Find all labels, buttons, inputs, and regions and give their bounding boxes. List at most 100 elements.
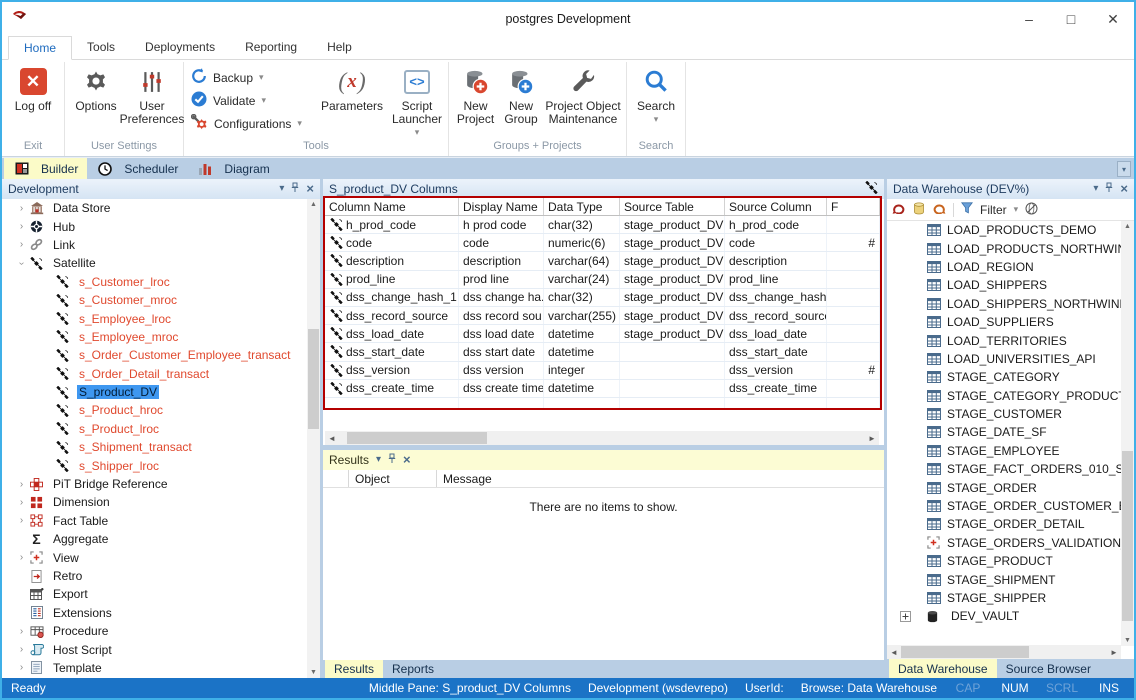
grid-cell[interactable]: datetime	[544, 343, 620, 360]
expander-icon[interactable]: ›	[15, 479, 28, 490]
results-column-object[interactable]: Object	[349, 470, 437, 487]
scroll-up-icon[interactable]: ▲	[1124, 223, 1131, 230]
grid-cell[interactable]: dss_start_date	[325, 343, 459, 360]
grid-cell[interactable]	[827, 216, 880, 233]
tree-item-hub[interactable]: ›Hub	[2, 217, 320, 235]
grid-cell[interactable]	[620, 343, 725, 360]
grid-cell[interactable]: char(32)	[544, 289, 620, 306]
results-tab-results[interactable]: Results	[325, 660, 383, 678]
chevron-down-icon[interactable]: ▾	[1014, 204, 1019, 215]
tree-item-s-product-lroc[interactable]: s_Product_lroc	[2, 420, 320, 438]
grid-cell[interactable]: char(32)	[544, 216, 620, 233]
grid-cell[interactable]: dss_version	[325, 362, 459, 379]
vertical-scrollbar[interactable]: ▲ ▼	[307, 199, 320, 678]
pin-icon[interactable]	[388, 453, 396, 467]
grid-cell[interactable]: description	[459, 252, 544, 269]
tree-item-satellite[interactable]: ›Satellite	[2, 254, 320, 272]
new-project-button[interactable]: New Project	[452, 62, 499, 139]
grid-cell[interactable]: numeric(6)	[544, 234, 620, 251]
grid-cell[interactable]: varchar(24)	[544, 271, 620, 288]
horizontal-scrollbar[interactable]: ◄ ►	[887, 645, 1121, 659]
expander-icon[interactable]: ›	[15, 221, 28, 232]
filter-options-icon[interactable]	[1025, 202, 1038, 218]
tree-item-retro[interactable]: Retro	[2, 567, 320, 585]
expander-icon[interactable]: ›	[15, 203, 28, 214]
table-row[interactable]: dss_load_datedss load datedatetimestage_…	[325, 325, 880, 343]
close-pane-icon[interactable]: ×	[1120, 184, 1128, 194]
grid-cell[interactable]: dss_record_source	[725, 307, 827, 324]
warehouse-item-stage-order-detail[interactable]: STAGE_ORDER_DETAIL	[887, 515, 1121, 533]
expander-icon[interactable]: ›	[15, 662, 28, 673]
expander-icon[interactable]: ›	[15, 497, 28, 508]
tree-item-s-shipment-transact[interactable]: s_Shipment_transact	[2, 438, 320, 456]
warehouse-item-load-universities-api[interactable]: LOAD_UNIVERSITIES_API	[887, 350, 1121, 368]
tab-overflow-button[interactable]: ▾	[1117, 161, 1131, 177]
tree-item-extensions[interactable]: Extensions	[2, 604, 320, 622]
expander-icon[interactable]: ›	[15, 626, 28, 637]
table-row[interactable]: dss_start_datedss start datedatetimedss_…	[325, 343, 880, 361]
warehouse-item-load-region[interactable]: LOAD_REGION	[887, 258, 1121, 276]
grid-cell[interactable]: dss_change_hash_1	[725, 289, 827, 306]
tree-item-s-product-hroc[interactable]: s_Product_hroc	[2, 401, 320, 419]
warehouse-item-stage-category[interactable]: STAGE_CATEGORY	[887, 368, 1121, 386]
vertical-scrollbar[interactable]: ▲ ▼	[1121, 221, 1134, 646]
grid-cell[interactable]: prod line	[459, 271, 544, 288]
grid-column-header[interactable]: Source Table	[620, 198, 725, 215]
browser-tab-source-browser[interactable]: Source Browser	[997, 659, 1100, 678]
grid-cell[interactable]	[827, 343, 880, 360]
warehouse-item-stage-category-product[interactable]: STAGE_CATEGORY_PRODUCT	[887, 387, 1121, 405]
grid-cell[interactable]: h prod code	[459, 216, 544, 233]
grid-cell[interactable]	[827, 289, 880, 306]
ribbon-tab-deployments[interactable]: Deployments	[130, 36, 230, 60]
red-arrow-icon[interactable]	[892, 202, 906, 217]
scroll-down-icon[interactable]: ▼	[1124, 637, 1131, 644]
warehouse-item-dev-vault[interactable]: DEV_VAULT	[887, 607, 1121, 625]
warehouse-item-stage-order-customer-emplo[interactable]: STAGE_ORDER_CUSTOMER_EMPLO	[887, 497, 1121, 515]
grid-cell[interactable]: code	[725, 234, 827, 251]
options-button[interactable]: Options	[68, 62, 124, 139]
scrollbar-thumb[interactable]	[347, 432, 487, 444]
grid-column-header[interactable]: Display Name	[459, 198, 544, 215]
tree-item-s-customer-mroc[interactable]: s_Customer_mroc	[2, 291, 320, 309]
grid-cell[interactable]: varchar(64)	[544, 252, 620, 269]
warehouse-item-stage-employee[interactable]: STAGE_EMPLOYEE	[887, 442, 1121, 460]
ribbon-tab-tools[interactable]: Tools	[72, 36, 130, 60]
tree-item-s-order-customer-employee-transact[interactable]: s_Order_Customer_Employee_transact	[2, 346, 320, 364]
backup-button[interactable]: Backup ▾	[189, 66, 313, 89]
parameters-button[interactable]: (x) Parameters	[315, 62, 389, 139]
grid-cell[interactable]	[620, 380, 725, 397]
warehouse-item-stage-order[interactable]: STAGE_ORDER	[887, 478, 1121, 496]
tree-item-pit-bridge-reference[interactable]: ›PiT Bridge Reference	[2, 475, 320, 493]
scroll-left-icon[interactable]: ◄	[325, 434, 339, 443]
script-launcher-button[interactable]: <> Script Launcher ▾	[389, 62, 445, 139]
grid-cell[interactable]: dss_create_time	[325, 380, 459, 397]
grid-cell[interactable]	[827, 271, 880, 288]
user-preferences-button[interactable]: User Preferences	[124, 62, 180, 139]
grid-cell[interactable]: stage_product_DV	[620, 252, 725, 269]
tree-item-procedure[interactable]: ›Procedure	[2, 622, 320, 640]
close-pane-icon[interactable]: ×	[306, 184, 314, 194]
grid-cell[interactable]: stage_product_DV	[620, 271, 725, 288]
grid-cell[interactable]: integer	[544, 362, 620, 379]
warehouse-item-load-products-demo[interactable]: LOAD_PRODUCTS_DEMO	[887, 221, 1121, 239]
table-row[interactable]: dss_record_sourcedss record souvarchar(2…	[325, 307, 880, 325]
expander-icon[interactable]: ›	[15, 515, 28, 526]
scrollbar-thumb[interactable]	[308, 329, 319, 429]
grid-cell[interactable]	[620, 362, 725, 379]
tree-item-export[interactable]: Export	[2, 585, 320, 603]
grid-cell[interactable]: dss create time	[459, 380, 544, 397]
warehouse-item-stage-customer[interactable]: STAGE_CUSTOMER	[887, 405, 1121, 423]
pane-menu-icon[interactable]: ▾	[376, 455, 381, 465]
tree-item-link[interactable]: ›Link	[2, 236, 320, 254]
grid-cell[interactable]: stage_product_DV	[620, 289, 725, 306]
warehouse-item-stage-product[interactable]: STAGE_PRODUCT	[887, 552, 1121, 570]
grid-cell[interactable]: code	[459, 234, 544, 251]
workspace-tab-scheduler[interactable]: Scheduler	[87, 158, 187, 179]
ribbon-tab-help[interactable]: Help	[312, 36, 367, 60]
pin-icon[interactable]	[291, 182, 299, 196]
maximize-button[interactable]: □	[1050, 4, 1092, 34]
grid-cell[interactable]	[827, 380, 880, 397]
warehouse-item-stage-shipment[interactable]: STAGE_SHIPMENT	[887, 570, 1121, 588]
grid-cell[interactable]: dss_start_date	[725, 343, 827, 360]
orange-arrow-icon[interactable]	[932, 202, 946, 217]
